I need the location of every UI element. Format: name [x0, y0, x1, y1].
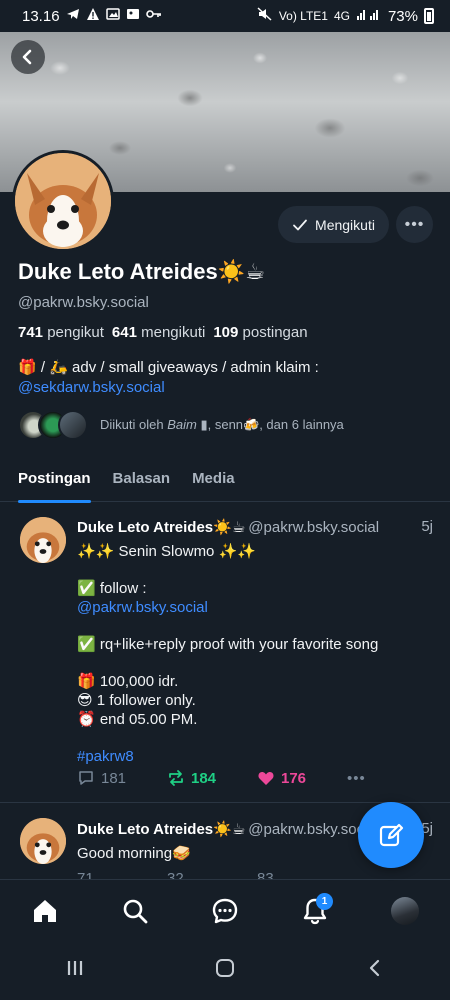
posts-label: postingan — [242, 324, 308, 341]
battery-icon — [424, 8, 434, 24]
follower-avatars — [18, 410, 88, 440]
nav-notifications[interactable]: 1 — [295, 891, 335, 931]
profile-bio: 🎁 / 🛵 adv / small giveaways / admin klai… — [18, 358, 438, 398]
recent-apps-icon — [67, 960, 82, 975]
posts-stat: 109 postingan — [213, 324, 307, 341]
search-icon — [123, 899, 148, 923]
like-count: 176 — [281, 769, 307, 787]
back-button[interactable] — [11, 40, 45, 74]
nav-search[interactable] — [115, 891, 155, 931]
repost-count: 184 — [191, 769, 217, 787]
post-line: 😎 1 follower only. — [77, 692, 196, 709]
signal-type: 4G — [333, 9, 350, 23]
check-icon — [293, 219, 307, 230]
battery-percent: 73% — [387, 7, 418, 25]
bio-mention-link[interactable]: @sekdarw.bsky.social — [18, 378, 438, 398]
post-header: Duke Leto Atreides☀️☕ @pakrw.bsky.social — [77, 518, 379, 536]
notification-badge: 1 — [316, 892, 333, 910]
profile-more-button[interactable]: ••• — [396, 206, 433, 243]
post-line: ✨✨ Senin Slowmo ✨✨ — [77, 543, 256, 560]
system-back-button[interactable] — [365, 958, 385, 984]
followed-by-text: Diikuti oleh Baim ▮, senn🍻, dan 6 lainny… — [100, 417, 344, 433]
post-body: ✨✨ Senin Slowmo ✨✨ ✅ follow : @pakrw.bsk… — [77, 542, 427, 766]
compose-button[interactable] — [358, 802, 424, 868]
post-line: ✅ follow : — [77, 580, 147, 597]
post-item[interactable]: Duke Leto Atreides☀️☕ @pakrw.bsky.social … — [0, 503, 450, 803]
repost-button[interactable]: 184 — [167, 769, 257, 787]
nav-chat[interactable] — [205, 891, 245, 931]
repost-icon — [169, 770, 183, 786]
following-stat[interactable]: 641 mengikuti — [112, 324, 205, 341]
gallery-icon — [126, 7, 140, 25]
post-line: ✅ rq+like+reply proof with your favorite… — [77, 636, 379, 653]
home-circle-icon — [215, 958, 234, 977]
heart-icon — [258, 772, 274, 785]
status-bar: 13.16 Vo) LTE1 4G 73% — [0, 0, 450, 32]
post-actions: 181 184 176 ••• — [77, 769, 437, 787]
more-dots-icon: ••• — [404, 215, 425, 233]
reply-count: 181 — [101, 769, 127, 787]
followed-by-rest: , senn🍻, dan 6 lainnya — [207, 417, 344, 432]
profile-stats: 741 pengikut 641 mengikuti 109 postingan — [18, 324, 308, 341]
post-avatar[interactable] — [20, 818, 66, 864]
profile-tabs: Postingan Balasan Media — [0, 456, 450, 503]
followed-by-name: Baim ▮ — [167, 417, 208, 432]
profile-avatar[interactable] — [12, 150, 114, 252]
more-dots-icon: ••• — [347, 769, 366, 787]
following-button[interactable]: Mengikuti — [278, 206, 389, 243]
clock: 13.16 — [22, 7, 60, 25]
home-button[interactable] — [214, 957, 236, 985]
tab-replies[interactable]: Balasan — [113, 456, 171, 502]
chat-icon — [212, 898, 238, 923]
profile-handle: @pakrw.bsky.social — [18, 294, 149, 311]
followed-by-prefix: Diikuti oleh — [100, 417, 164, 432]
following-label: mengikuti — [141, 324, 206, 341]
followers-count: 741 — [18, 324, 44, 341]
home-icon — [34, 899, 56, 922]
key-icon — [145, 7, 162, 25]
followers-label: pengikut — [47, 324, 104, 341]
post-header: Duke Leto Atreides☀️☕ @pakrw.bsky.social — [77, 820, 379, 838]
system-navigation — [0, 941, 450, 1000]
following-button-label: Mengikuti — [315, 216, 375, 233]
network-label: Vo) LTE1 — [278, 9, 328, 23]
tab-posts[interactable]: Postingan — [18, 456, 91, 503]
profile-avatar-small — [391, 896, 419, 925]
signal-icon — [356, 7, 382, 25]
post-author-name[interactable]: Duke Leto Atreides☀️☕ — [77, 519, 245, 536]
mute-icon — [257, 7, 273, 25]
nav-home[interactable] — [25, 891, 65, 931]
compose-icon — [379, 823, 404, 847]
followed-by[interactable]: Diikuti oleh Baim ▮, senn🍻, dan 6 lainny… — [18, 410, 344, 440]
posts-count: 109 — [213, 324, 239, 341]
post-more-button[interactable]: ••• — [347, 770, 437, 787]
follower-avatar — [58, 410, 88, 440]
back-icon — [370, 959, 380, 976]
image-icon — [105, 7, 120, 25]
post-line: ⏰ end 05.00 PM. — [77, 711, 198, 728]
post-author-name[interactable]: Duke Leto Atreides☀️☕ — [77, 821, 245, 838]
warning-icon — [86, 7, 100, 25]
reply-icon — [79, 771, 93, 785]
post-avatar[interactable] — [20, 517, 66, 563]
nav-profile[interactable] — [385, 891, 425, 931]
tab-media[interactable]: Media — [192, 456, 235, 502]
profile-name: Duke Leto Atreides☀️☕ — [18, 259, 265, 284]
post-mention-link[interactable]: @pakrw.bsky.social — [77, 598, 427, 617]
chevron-left-icon — [22, 49, 32, 65]
following-count: 641 — [111, 324, 137, 341]
telegram-icon — [66, 7, 80, 25]
post-line: 🎁 100,000 idr. — [77, 673, 179, 690]
reply-button[interactable]: 181 — [77, 769, 167, 787]
bio-text: 🎁 / 🛵 adv / small giveaways / admin klai… — [18, 359, 319, 376]
recent-apps-button[interactable] — [65, 958, 85, 984]
like-button[interactable]: 176 — [257, 769, 347, 787]
post-hashtag-link[interactable]: #pakrw8 — [77, 747, 427, 766]
post-time: 5j — [421, 518, 433, 535]
bottom-navigation: 1 — [0, 879, 450, 941]
followers-stat[interactable]: 741 pengikut — [18, 324, 104, 341]
post-author-handle[interactable]: @pakrw.bsky.social — [248, 519, 379, 536]
